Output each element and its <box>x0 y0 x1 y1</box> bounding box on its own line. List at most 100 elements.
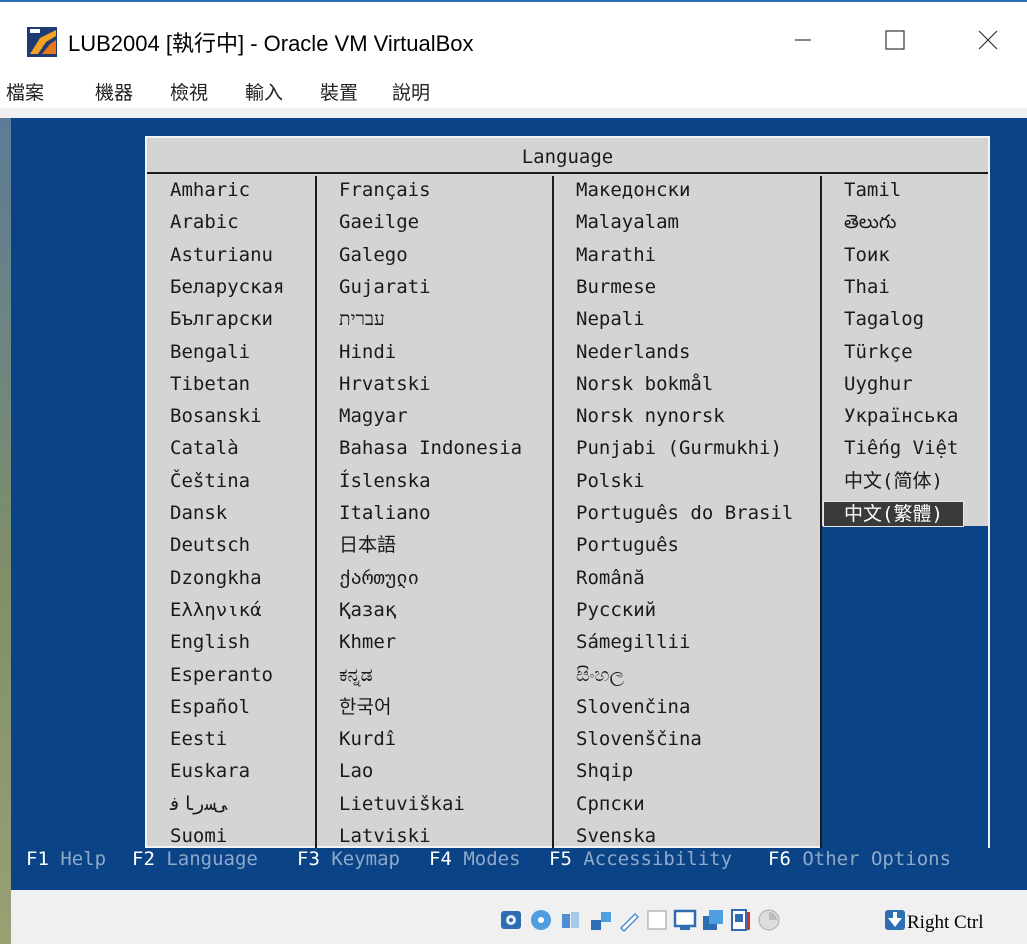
language-option[interactable]: Tibetan <box>170 372 250 398</box>
language-option[interactable]: Amharic <box>170 178 250 204</box>
language-option[interactable]: Lietuviškai <box>339 792 465 818</box>
language-option[interactable]: ქართული <box>339 566 419 592</box>
language-option[interactable]: Galego <box>339 243 408 269</box>
language-option[interactable]: Hindi <box>339 340 396 366</box>
cpu-icon[interactable] <box>729 908 753 932</box>
language-option[interactable]: Gujarati <box>339 275 431 301</box>
language-option[interactable]: Khmer <box>339 630 396 656</box>
language-option[interactable]: Tiếng Việt <box>844 436 958 462</box>
language-option[interactable]: Hrvatski <box>339 372 431 398</box>
language-option[interactable]: Slovenščina <box>576 727 702 753</box>
language-option[interactable]: Tagalog <box>844 307 924 333</box>
function-key-f5[interactable]: F5 Accessibility <box>549 848 732 870</box>
network-icon[interactable] <box>589 908 613 932</box>
language-option[interactable]: Latviski <box>339 824 431 850</box>
language-option[interactable]: Tamil <box>844 178 901 204</box>
language-option[interactable]: Română <box>576 566 645 592</box>
language-option[interactable]: Sámegillii <box>576 630 690 656</box>
display-icon[interactable] <box>673 908 697 932</box>
function-key-f3[interactable]: F3 Keymap <box>297 848 400 870</box>
window-title-bar[interactable]: LUB2004 [執行中] - Oracle VM VirtualBox <box>0 0 1027 72</box>
language-option[interactable]: Português do Brasil <box>576 501 793 527</box>
language-option[interactable]: Català <box>170 436 239 462</box>
language-option[interactable]: Nederlands <box>576 340 690 366</box>
shared-folder-icon[interactable] <box>645 908 669 932</box>
language-option[interactable]: Қазақ <box>339 598 396 624</box>
language-option[interactable]: Esperanto <box>170 663 273 689</box>
language-option[interactable]: Burmese <box>576 275 656 301</box>
language-option[interactable]: Тоик <box>844 243 890 269</box>
language-option[interactable]: ﻰﺳﺭﺎﻓ <box>170 792 227 818</box>
language-option[interactable]: ಕನ್ನಡ <box>339 663 373 689</box>
language-option-selected[interactable]: 中文(繁體) <box>823 501 964 527</box>
language-option[interactable]: Türkçe <box>844 340 913 366</box>
menu-help[interactable]: 說明 <box>392 78 430 105</box>
language-option[interactable]: 한국어 <box>339 695 391 721</box>
language-option[interactable]: Norsk nynorsk <box>576 404 725 430</box>
language-option[interactable]: Nepali <box>576 307 645 333</box>
language-option[interactable]: Gaeilge <box>339 210 419 236</box>
audio-icon[interactable] <box>559 908 583 932</box>
language-option[interactable]: Lao <box>339 759 373 785</box>
language-option[interactable]: Bosanski <box>170 404 262 430</box>
hard-disk-icon[interactable] <box>499 908 523 932</box>
language-option[interactable]: Magyar <box>339 404 408 430</box>
maximize-button[interactable] <box>862 16 928 64</box>
language-option[interactable]: Arabic <box>170 210 239 236</box>
language-option[interactable]: తెలుగు <box>844 210 896 236</box>
language-option[interactable]: עברית <box>339 307 385 333</box>
language-option[interactable]: Bahasa Indonesia <box>339 436 522 462</box>
language-option[interactable]: English <box>170 630 250 656</box>
video-capture-icon[interactable] <box>701 908 725 932</box>
close-button[interactable] <box>955 16 1021 64</box>
language-option[interactable]: Íslenska <box>339 469 431 495</box>
menu-devices[interactable]: 裝置 <box>320 78 358 105</box>
menu-view[interactable]: 檢視 <box>170 78 208 105</box>
language-option[interactable]: Eesti <box>170 727 227 753</box>
language-option[interactable]: Thai <box>844 275 890 301</box>
language-option[interactable]: Español <box>170 695 250 721</box>
language-option[interactable]: 日本語 <box>339 533 396 559</box>
language-option[interactable]: Português <box>576 533 679 559</box>
language-option[interactable]: Македонски <box>576 178 690 204</box>
language-option[interactable]: Čeština <box>170 469 250 495</box>
language-option[interactable]: Беларуская <box>170 275 284 301</box>
language-option[interactable]: Slovenčina <box>576 695 690 721</box>
menu-machine[interactable]: 機器 <box>95 78 133 105</box>
language-option[interactable]: Bengali <box>170 340 250 366</box>
language-option[interactable]: Shqip <box>576 759 633 785</box>
usb-icon[interactable] <box>617 908 641 932</box>
language-option[interactable]: Marathi <box>576 243 656 269</box>
optical-disc-icon[interactable] <box>529 908 553 932</box>
menu-input[interactable]: 輸入 <box>245 78 283 105</box>
language-option[interactable]: Norsk bokmål <box>576 372 713 398</box>
minimize-button[interactable] <box>770 16 836 64</box>
language-option[interactable]: Suomi <box>170 824 227 850</box>
function-key-f1[interactable]: F1 Help <box>26 848 106 870</box>
language-option[interactable]: Dansk <box>170 501 227 527</box>
language-option[interactable]: Polski <box>576 469 645 495</box>
language-option[interactable]: Asturianu <box>170 243 273 269</box>
language-option[interactable]: Kurdî <box>339 727 396 753</box>
function-key-f6[interactable]: F6 Other Options <box>768 848 951 870</box>
menu-file[interactable]: 檔案 <box>6 78 44 105</box>
language-option[interactable]: Русский <box>576 598 656 624</box>
language-option[interactable]: Français <box>339 178 431 204</box>
language-option[interactable]: 中文(简体) <box>844 469 943 495</box>
language-option[interactable]: Български <box>170 307 273 333</box>
language-option[interactable]: Malayalam <box>576 210 679 236</box>
language-option[interactable]: Ελληνικά <box>170 598 262 624</box>
language-option[interactable]: Dzongkha <box>170 566 262 592</box>
function-key-f2[interactable]: F2 Language <box>132 848 258 870</box>
language-option[interactable]: Punjabi (Gurmukhi) <box>576 436 782 462</box>
keyboard-capture-icon[interactable] <box>883 908 907 932</box>
language-option[interactable]: Italiano <box>339 501 431 527</box>
language-option[interactable]: Uyghur <box>844 372 913 398</box>
language-option[interactable]: Svenska <box>576 824 656 850</box>
language-option[interactable]: Українська <box>844 404 958 430</box>
language-option[interactable]: Euskara <box>170 759 250 785</box>
mouse-integration-icon[interactable] <box>757 908 781 932</box>
language-option[interactable]: සිංහල <box>576 663 624 689</box>
language-option[interactable]: Српски <box>576 792 645 818</box>
language-option[interactable]: Deutsch <box>170 533 250 559</box>
